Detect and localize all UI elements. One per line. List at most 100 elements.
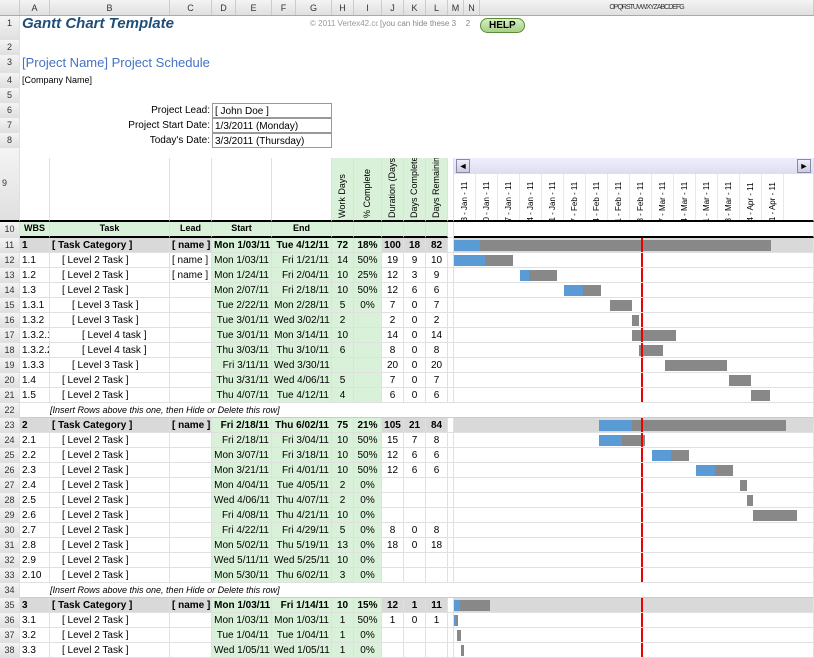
cell[interactable] — [382, 568, 404, 583]
cell[interactable] — [170, 613, 212, 628]
cell[interactable]: 50% — [354, 433, 382, 448]
cell[interactable] — [426, 493, 448, 508]
cell[interactable] — [354, 373, 382, 388]
cell[interactable]: 6 — [382, 388, 404, 403]
row-number[interactable]: 6 — [0, 103, 20, 118]
cell[interactable]: 5 — [332, 373, 354, 388]
cell[interactable]: Fri 4/29/11 — [272, 523, 332, 538]
cell[interactable] — [426, 568, 448, 583]
cell[interactable]: Mon 3/21/11 — [212, 463, 272, 478]
cell[interactable]: Tue 4/05/11 — [272, 478, 332, 493]
cell[interactable]: 1.3.3 — [20, 358, 50, 373]
cell[interactable]: Thu 4/21/11 — [272, 508, 332, 523]
cell[interactable] — [170, 478, 212, 493]
cell[interactable]: 3.3 — [20, 643, 50, 658]
cell[interactable]: 1.1 — [20, 253, 50, 268]
cell[interactable]: 18 — [404, 238, 426, 253]
cell[interactable] — [426, 478, 448, 493]
table-row[interactable]: 332.10[ Level 2 Task ]Mon 5/30/11Thu 6/0… — [0, 568, 814, 583]
cell[interactable] — [404, 553, 426, 568]
cell[interactable]: 9 — [404, 253, 426, 268]
cell[interactable]: 10 — [332, 328, 354, 343]
cell[interactable] — [170, 643, 212, 658]
cell[interactable]: 10 — [332, 463, 354, 478]
row-number[interactable]: 2 — [0, 40, 20, 55]
cell[interactable]: [ Level 2 Task ] — [50, 283, 170, 298]
cell[interactable] — [170, 433, 212, 448]
cell[interactable]: Thu 6/02/11 — [272, 418, 332, 433]
cell[interactable] — [404, 493, 426, 508]
cell[interactable]: 25% — [354, 268, 382, 283]
cell[interactable]: Mon 3/07/11 — [212, 448, 272, 463]
cell[interactable]: 0% — [354, 643, 382, 658]
cell[interactable] — [170, 553, 212, 568]
cell[interactable]: 2.10 — [20, 568, 50, 583]
cell[interactable]: 1 — [20, 238, 50, 253]
cell[interactable]: 11 — [426, 598, 448, 613]
cell[interactable]: [ Task Category ] — [50, 238, 170, 253]
cell[interactable]: Mon 5/30/11 — [212, 568, 272, 583]
cell[interactable]: 0% — [354, 538, 382, 553]
row-number[interactable]: 15 — [0, 298, 20, 313]
cell[interactable]: 72 — [332, 238, 354, 253]
cell[interactable]: [ name ] — [170, 253, 212, 268]
cell[interactable] — [382, 508, 404, 523]
cell[interactable]: 2.4 — [20, 478, 50, 493]
cell[interactable]: Tue 4/12/11 — [272, 238, 332, 253]
cell[interactable]: 12 — [382, 268, 404, 283]
cell[interactable] — [170, 283, 212, 298]
cell[interactable]: 50% — [354, 613, 382, 628]
row-number[interactable]: 35 — [0, 598, 20, 613]
cell[interactable] — [426, 508, 448, 523]
row-number[interactable]: 8 — [0, 133, 20, 148]
cell[interactable]: 105 — [382, 418, 404, 433]
row-number[interactable]: 13 — [0, 268, 20, 283]
cell[interactable]: 1 — [332, 643, 354, 658]
cell[interactable]: 8 — [382, 343, 404, 358]
cell[interactable]: 2.1 — [20, 433, 50, 448]
table-row[interactable]: 262.3[ Level 2 Task ]Mon 3/21/11Fri 4/01… — [0, 463, 814, 478]
cell[interactable] — [332, 358, 354, 373]
cell[interactable]: [ Level 3 Task ] — [50, 358, 170, 373]
row-number[interactable]: 7 — [0, 118, 20, 133]
row-number[interactable]: 24 — [0, 433, 20, 448]
cell[interactable]: 5 — [332, 298, 354, 313]
cell[interactable]: 2.5 — [20, 493, 50, 508]
table-row[interactable]: 141.3[ Level 2 Task ]Mon 2/07/11Fri 2/18… — [0, 283, 814, 298]
cell[interactable]: Fri 4/22/11 — [212, 523, 272, 538]
table-row[interactable]: 312.8[ Level 2 Task ]Mon 5/02/11Thu 5/19… — [0, 538, 814, 553]
cell[interactable]: [ Level 2 Task ] — [50, 463, 170, 478]
cell[interactable]: 3.1 — [20, 613, 50, 628]
help-button[interactable]: HELP — [480, 18, 525, 33]
cell[interactable]: 50% — [354, 283, 382, 298]
cell[interactable]: Thu 4/07/11 — [212, 388, 272, 403]
cell[interactable]: Thu 3/10/11 — [272, 343, 332, 358]
row-number[interactable]: 1 — [0, 16, 20, 40]
cell[interactable]: Tue 2/22/11 — [212, 298, 272, 313]
row-number[interactable]: 17 — [0, 328, 20, 343]
cell[interactable]: 0% — [354, 568, 382, 583]
cell[interactable]: 10 — [332, 433, 354, 448]
row-number[interactable]: 30 — [0, 523, 20, 538]
table-row[interactable]: 353[ Task Category ][ name ]Mon 1/03/11F… — [0, 598, 814, 613]
cell[interactable]: 1 — [332, 613, 354, 628]
cell[interactable]: 13 — [332, 538, 354, 553]
cell[interactable]: 8 — [426, 523, 448, 538]
cell[interactable]: 2.3 — [20, 463, 50, 478]
cell[interactable]: Tue 4/12/11 — [272, 388, 332, 403]
cell[interactable]: Mon 1/03/11 — [272, 613, 332, 628]
cell[interactable]: Mon 1/24/11 — [212, 268, 272, 283]
table-row[interactable]: 252.2[ Level 2 Task ]Mon 3/07/11Fri 3/18… — [0, 448, 814, 463]
cell[interactable]: [ Level 3 Task ] — [50, 313, 170, 328]
cell[interactable]: 2.7 — [20, 523, 50, 538]
table-row[interactable]: 131.2[ Level 2 Task ][ name ]Mon 1/24/11… — [0, 268, 814, 283]
cell[interactable]: Wed 3/02/11 — [272, 313, 332, 328]
cell[interactable] — [170, 373, 212, 388]
scroll-right-button[interactable]: ► — [797, 159, 811, 173]
cell[interactable]: 7 — [404, 433, 426, 448]
today-value[interactable]: 3/3/2011 (Thursday) — [212, 133, 332, 148]
cell[interactable]: Tue 3/01/11 — [212, 313, 272, 328]
cell[interactable]: 18% — [354, 238, 382, 253]
cell[interactable]: Fri 2/18/11 — [272, 283, 332, 298]
cell[interactable] — [170, 493, 212, 508]
